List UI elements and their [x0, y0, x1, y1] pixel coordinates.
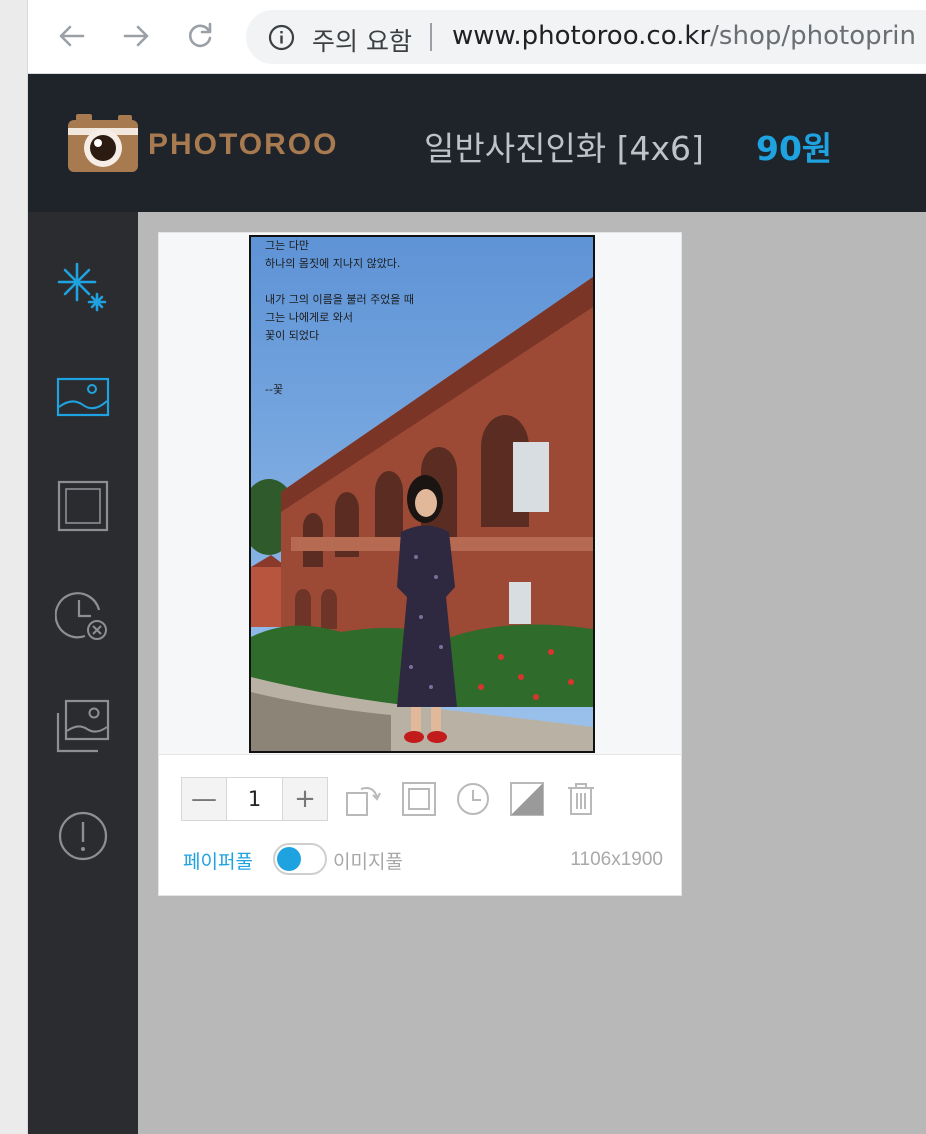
forward-button[interactable]	[118, 18, 154, 54]
contrast-icon	[510, 782, 544, 816]
brand-logo[interactable]: PHOTOROO	[148, 128, 338, 162]
photo-preview-area: 그는 다만 하나의 몸짓에 지나지 않았다. 내가 그의 이름을 불러 주었을 …	[159, 233, 681, 755]
increase-quantity-button[interactable]: +	[283, 778, 327, 820]
image-frame-icon	[56, 377, 110, 417]
sparkle-icon	[57, 262, 107, 312]
sidebar-item-gallery[interactable]	[53, 696, 113, 756]
fill-mode-toggle[interactable]	[273, 843, 327, 875]
divider	[430, 23, 432, 51]
image-dimensions: 1106x1900	[570, 849, 663, 870]
url-text[interactable]: www.photoroo.co.kr/shop/photoprin	[452, 21, 916, 51]
app-header: PHOTOROO 일반사진인화 [4x6] 90원	[28, 74, 926, 212]
arrow-right-icon	[123, 25, 149, 47]
sidebar-item-notice[interactable]	[53, 806, 113, 866]
product-title: 일반사진인화 [4x6]	[424, 129, 704, 168]
sidebar-item-date[interactable]	[53, 586, 113, 646]
rotate-icon	[346, 787, 381, 816]
info-icon[interactable]	[268, 24, 295, 55]
clock-icon	[457, 783, 489, 815]
photo-card: 그는 다만 하나의 몸짓에 지나지 않았다. 내가 그의 이름을 불러 주었을 …	[158, 232, 682, 896]
sidebar-item-effects[interactable]	[53, 256, 113, 316]
rotate-button[interactable]	[345, 781, 381, 817]
gallery-icon	[56, 699, 110, 753]
photo-poem-text: 그는 다만 하나의 몸짓에 지나지 않았다. 내가 그의 이름을 불러 주었을 …	[265, 239, 415, 396]
fill-mode-row: 페이퍼풀 이미지풀 1106x1900	[183, 839, 663, 879]
alert-icon	[58, 811, 108, 861]
color-filter-button[interactable]	[509, 781, 545, 817]
reload-icon	[189, 22, 212, 48]
decrease-quantity-button[interactable]: —	[182, 778, 226, 820]
date-remove-icon	[55, 592, 107, 640]
photo-image[interactable]: 그는 다만 하나의 몸짓에 지나지 않았다. 내가 그의 이름을 불러 주었을 …	[249, 235, 595, 753]
quantity-value[interactable]: 1	[226, 778, 283, 820]
date-stamp-button[interactable]	[455, 781, 491, 817]
tool-sidebar	[28, 212, 138, 1134]
url-host: www.photoroo.co.kr	[452, 21, 711, 51]
quantity-stepper: — 1 +	[181, 777, 328, 821]
paper-fill-label[interactable]: 페이퍼풀	[183, 847, 253, 874]
address-bar[interactable]: 주의 요함 www.photoroo.co.kr/shop/photoprin	[246, 10, 926, 64]
image-fill-label[interactable]: 이미지풀	[333, 847, 403, 874]
delete-button[interactable]	[563, 781, 599, 817]
border-frame-icon	[402, 782, 436, 816]
trash-icon	[568, 783, 594, 815]
browser-toolbar: 주의 요함 www.photoroo.co.kr/shop/photoprin	[28, 0, 926, 74]
arrow-left-icon	[59, 25, 85, 47]
toggle-knob	[277, 847, 301, 871]
sidebar-item-border[interactable]	[53, 476, 113, 536]
security-warning[interactable]: 주의 요함	[312, 22, 412, 58]
window-edge	[0, 0, 28, 1134]
product-price: 90원	[756, 129, 833, 168]
sidebar-item-image[interactable]	[53, 367, 113, 427]
border-toggle-button[interactable]	[401, 781, 437, 817]
url-path: /shop/photoprin	[710, 21, 917, 51]
border-frame-icon	[57, 480, 109, 532]
back-button[interactable]	[54, 18, 90, 54]
camera-logo-icon[interactable]	[68, 114, 138, 176]
reload-button[interactable]	[182, 18, 218, 54]
